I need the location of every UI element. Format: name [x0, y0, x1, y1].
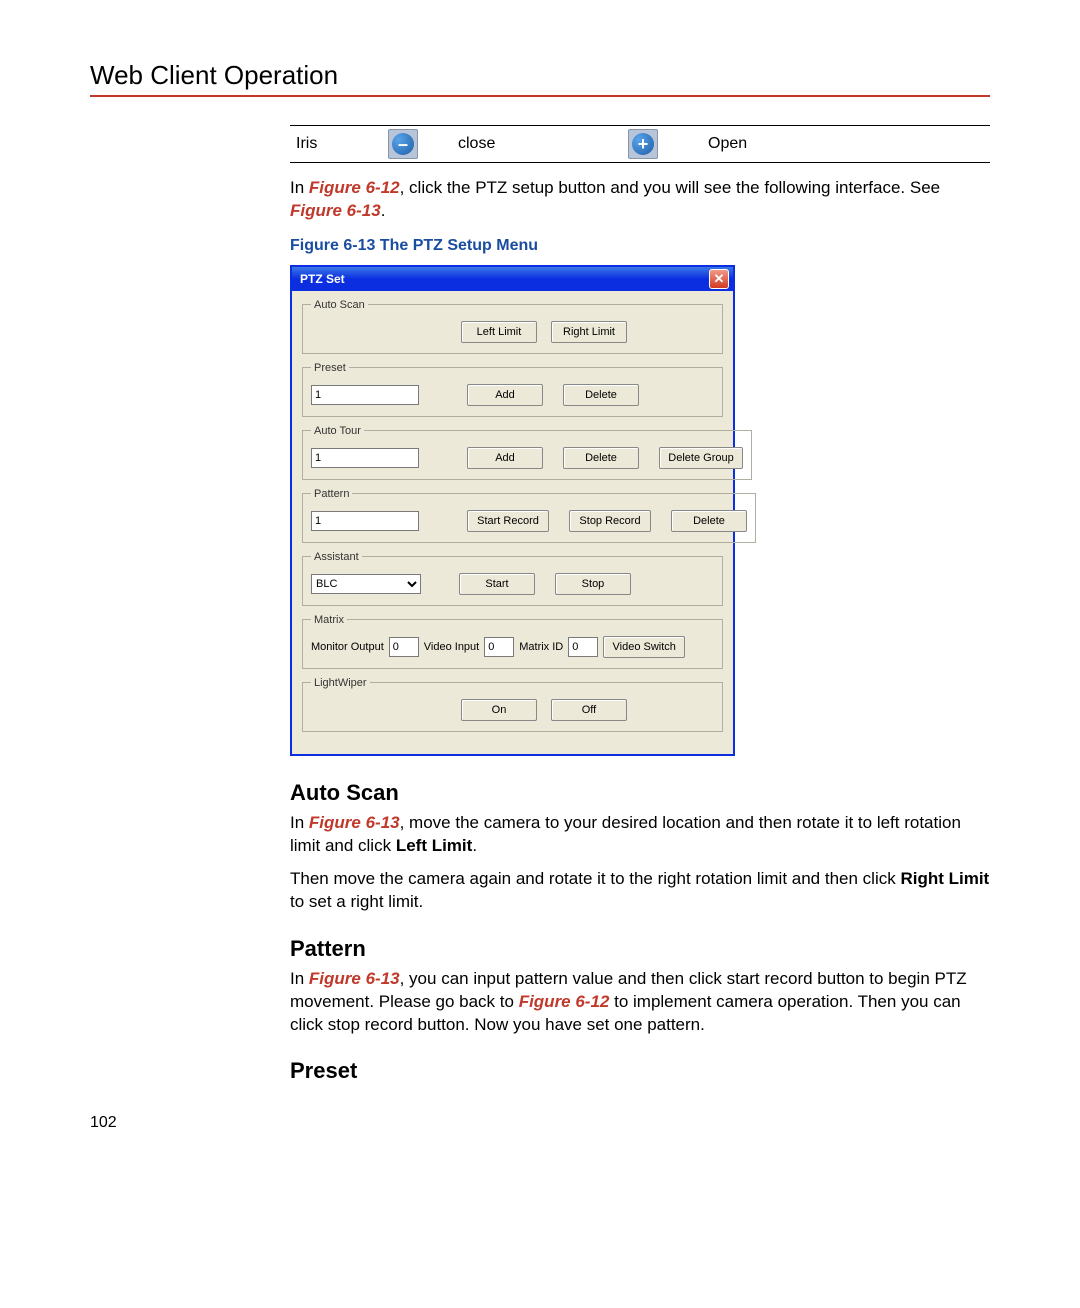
autotour-input[interactable]	[311, 448, 419, 468]
preset-input[interactable]	[311, 385, 419, 405]
figure-reference: Figure 6-12	[309, 178, 400, 197]
figure-reference: Figure 6-13	[309, 969, 400, 988]
iris-open-button[interactable]: +	[628, 129, 658, 159]
autoscan-legend: Auto Scan	[311, 299, 368, 311]
assistant-start-button[interactable]: Start	[459, 573, 535, 595]
autoscan-paragraph-2: Then move the camera again and rotate it…	[290, 868, 990, 914]
assistant-stop-button[interactable]: Stop	[555, 573, 631, 595]
autotour-delete-group-button[interactable]: Delete Group	[659, 447, 743, 469]
assistant-group: Assistant BLC Start Stop	[302, 551, 723, 606]
minus-icon: –	[392, 133, 414, 155]
intro-paragraph: In Figure 6-12, click the PTZ setup butt…	[290, 177, 990, 223]
lightwiper-group: LightWiper On Off	[302, 677, 723, 732]
figure-reference: Figure 6-13	[309, 813, 400, 832]
matrix-id-input[interactable]	[568, 637, 598, 657]
pattern-input[interactable]	[311, 511, 419, 531]
ptz-set-dialog: PTZ Set ✕ Auto Scan Left Limit Right Lim…	[290, 265, 735, 756]
assistant-legend: Assistant	[311, 551, 362, 563]
autotour-legend: Auto Tour	[311, 425, 364, 437]
plus-icon: +	[632, 133, 654, 155]
page-title: Web Client Operation	[90, 60, 990, 97]
iris-label: Iris	[290, 135, 378, 153]
figure-reference: Figure 6-13	[290, 201, 381, 220]
left-limit-button[interactable]: Left Limit	[461, 321, 537, 343]
autoscan-paragraph-1: In Figure 6-13, move the camera to your …	[290, 812, 990, 858]
close-icon: ✕	[714, 272, 725, 285]
lightwiper-legend: LightWiper	[311, 677, 370, 689]
autotour-group: Auto Tour Add Delete Delete Group	[302, 425, 752, 480]
preset-group: Preset Add Delete	[302, 362, 723, 417]
page-number: 102	[90, 1114, 990, 1132]
pattern-legend: Pattern	[311, 488, 352, 500]
figure-reference: Figure 6-12	[519, 992, 610, 1011]
preset-legend: Preset	[311, 362, 349, 374]
autoscan-heading: Auto Scan	[290, 780, 990, 806]
assistant-select[interactable]: BLC	[311, 574, 421, 594]
matrix-id-label: Matrix ID	[519, 641, 563, 653]
iris-close-button[interactable]: –	[388, 129, 418, 159]
preset-heading: Preset	[290, 1058, 990, 1084]
right-limit-button[interactable]: Right Limit	[551, 321, 627, 343]
monitor-output-label: Monitor Output	[311, 641, 384, 653]
autoscan-group: Auto Scan Left Limit Right Limit	[302, 299, 723, 354]
light-off-button[interactable]: Off	[551, 699, 627, 721]
iris-control-row: Iris – close + Open	[290, 125, 990, 163]
autotour-delete-button[interactable]: Delete	[563, 447, 639, 469]
pattern-paragraph: In Figure 6-13, you can input pattern va…	[290, 968, 990, 1037]
autotour-add-button[interactable]: Add	[467, 447, 543, 469]
pattern-delete-button[interactable]: Delete	[671, 510, 747, 532]
preset-add-button[interactable]: Add	[467, 384, 543, 406]
video-input-label: Video Input	[424, 641, 479, 653]
pattern-group: Pattern Start Record Stop Record Delete	[302, 488, 756, 543]
iris-close-label: close	[428, 135, 618, 153]
matrix-legend: Matrix	[311, 614, 347, 626]
video-switch-button[interactable]: Video Switch	[603, 636, 685, 658]
matrix-group: Matrix Monitor Output Video Input Matrix…	[302, 614, 723, 669]
video-input-input[interactable]	[484, 637, 514, 657]
start-record-button[interactable]: Start Record	[467, 510, 549, 532]
monitor-output-input[interactable]	[389, 637, 419, 657]
close-button[interactable]: ✕	[709, 269, 729, 289]
stop-record-button[interactable]: Stop Record	[569, 510, 651, 532]
figure-caption: Figure 6-13 The PTZ Setup Menu	[290, 237, 990, 255]
preset-delete-button[interactable]: Delete	[563, 384, 639, 406]
dialog-title: PTZ Set	[300, 272, 345, 286]
light-on-button[interactable]: On	[461, 699, 537, 721]
pattern-heading: Pattern	[290, 936, 990, 962]
iris-open-label: Open	[668, 135, 990, 153]
